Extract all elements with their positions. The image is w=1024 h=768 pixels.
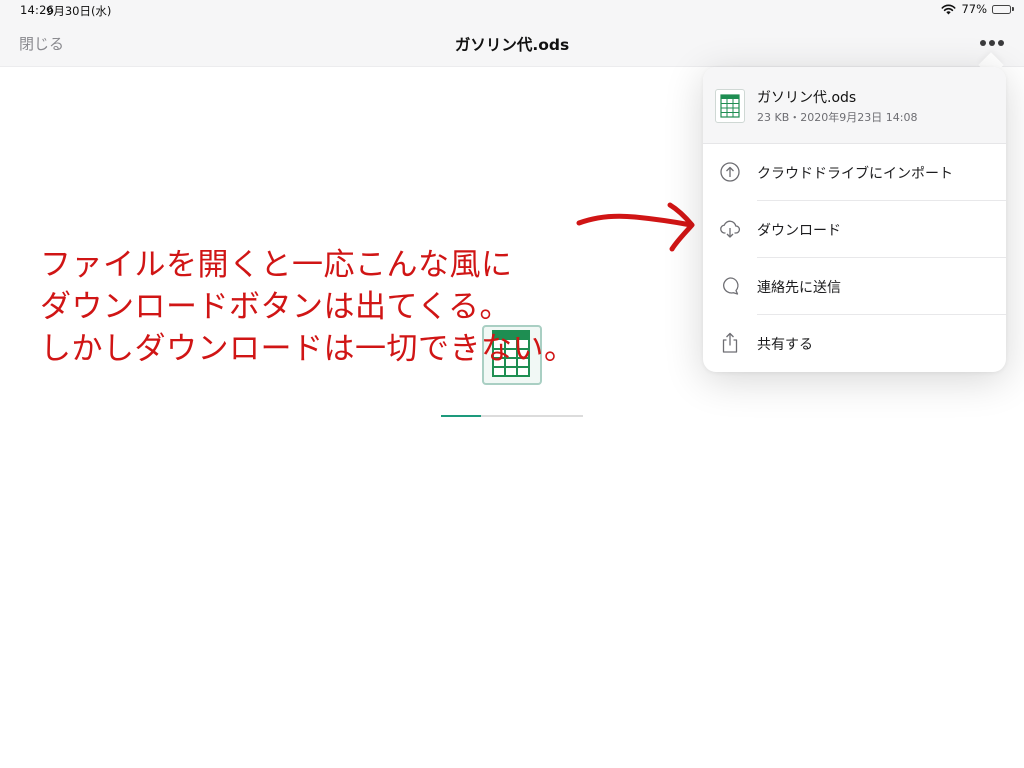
annotation-text: ファイルを開くと一応こんな風に ダウンロードボタンは出てくる。 しかしダウンロー… bbox=[40, 244, 576, 370]
file-meta: 23 KB・2020年9月23日 14:08 bbox=[757, 111, 918, 124]
screen: 14:26 9月30日(水) 77% 閉じる ガソリン代.ods ファイルを開く… bbox=[0, 0, 1024, 768]
menu-item-label: 共有する bbox=[757, 337, 813, 353]
file-info-header: ガソリン代.ods 23 KB・2020年9月23日 14:08 bbox=[703, 67, 1006, 144]
status-indicators: 77% bbox=[941, 2, 1014, 16]
spreadsheet-file-icon bbox=[715, 89, 745, 123]
ellipsis-icon bbox=[980, 40, 986, 46]
navigation-bar: 閉じる ガソリン代.ods bbox=[0, 20, 1024, 67]
menu-item-label: クラウドドライブにインポート bbox=[757, 166, 953, 182]
page-title: ガソリン代.ods bbox=[454, 36, 570, 54]
loading-progress-bar bbox=[441, 415, 583, 417]
share-icon bbox=[718, 331, 742, 355]
options-popover: ガソリン代.ods 23 KB・2020年9月23日 14:08 クラウドドライ… bbox=[703, 67, 1006, 372]
loading-progress-fill bbox=[441, 415, 481, 417]
status-date: 9月30日(水) bbox=[46, 4, 112, 18]
cloud-upload-icon bbox=[718, 160, 742, 184]
ellipsis-dot bbox=[998, 40, 1004, 46]
menu-item-label: 連絡先に送信 bbox=[757, 280, 841, 296]
wifi-icon bbox=[941, 4, 956, 15]
menu-item-share[interactable]: 共有する bbox=[703, 315, 1006, 372]
menu-item-import-cloud[interactable]: クラウドドライブにインポート bbox=[703, 144, 1006, 201]
status-bar: 14:26 9月30日(水) 77% bbox=[0, 0, 1024, 20]
annotation-line: ダウンロードボタンは出てくる。 bbox=[40, 289, 511, 325]
menu-item-send-to-contact[interactable]: 連絡先に送信 bbox=[703, 258, 1006, 315]
more-options-button[interactable] bbox=[978, 33, 1006, 53]
menu-item-label: ダウンロード bbox=[757, 223, 841, 239]
chat-bubble-icon bbox=[718, 274, 742, 298]
annotation-arrow-icon bbox=[576, 202, 695, 252]
battery-percent: 77% bbox=[961, 2, 987, 16]
file-name: ガソリン代.ods bbox=[757, 90, 857, 106]
annotation-line: しかしダウンロードは一切できない。 bbox=[40, 331, 576, 367]
annotation-line: ファイルを開くと一応こんな風に bbox=[40, 247, 513, 283]
ellipsis-dot bbox=[989, 40, 995, 46]
close-button[interactable]: 閉じる bbox=[19, 33, 64, 54]
menu-item-download[interactable]: ダウンロード bbox=[703, 201, 1006, 258]
battery-icon bbox=[992, 4, 1014, 14]
cloud-download-icon bbox=[718, 217, 742, 241]
